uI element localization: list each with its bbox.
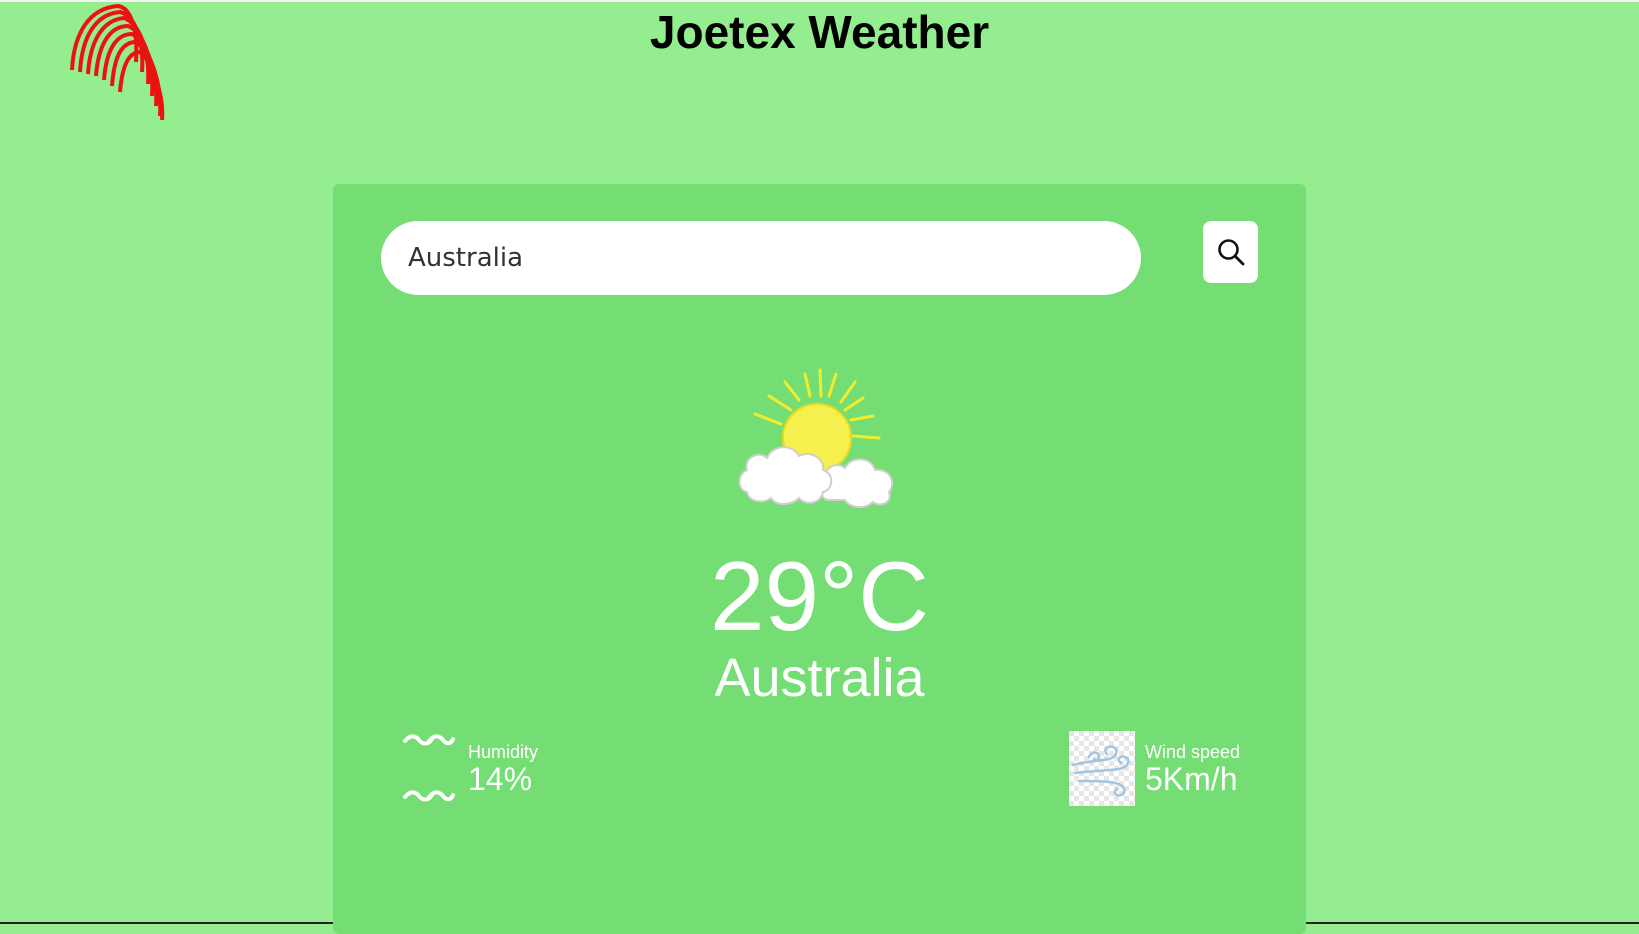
humidity-waves-icon	[403, 734, 455, 802]
wind-icon	[1069, 731, 1135, 806]
search-input[interactable]	[381, 221, 1141, 295]
city-name: Australia	[714, 648, 925, 708]
search-button[interactable]	[1203, 221, 1258, 283]
app-title: Joetex Weather	[649, 6, 990, 58]
humidity-label: Humidity	[468, 742, 539, 762]
wind-value: 5Km/h	[1145, 761, 1238, 797]
search-icon	[1217, 239, 1244, 266]
humidity-value: 14%	[468, 761, 533, 797]
weather-card: 29°C Australia Humidity 14% Win	[333, 184, 1306, 934]
wind-stat: Wind speed 5Km/h	[1145, 742, 1240, 796]
wind-label: Wind speed	[1145, 742, 1241, 762]
sun-behind-clouds-icon	[738, 368, 894, 508]
humidity-stat: Humidity 14%	[468, 742, 538, 796]
temperature: 29°C	[710, 541, 929, 651]
